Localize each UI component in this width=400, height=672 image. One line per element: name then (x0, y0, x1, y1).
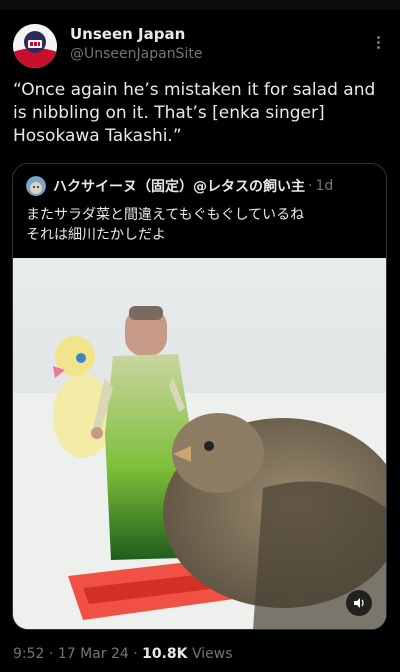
quoted-author-name[interactable]: ハクサイーヌ（固定）@レタスの飼い主 (53, 176, 305, 196)
avatar-image (13, 24, 57, 68)
quoted-text-line1: またサラダ菜と間違えてもぐもぐしているね (26, 207, 305, 223)
quoted-time[interactable]: 1d (315, 178, 333, 194)
quoted-post-header: ハクサイーヌ（固定）@レタスの飼い主 · 1d (26, 174, 333, 198)
quoted-avatar-image (26, 176, 46, 196)
quoted-media[interactable] (13, 258, 386, 629)
post-date[interactable]: 17 Mar 24 (58, 646, 129, 662)
quoted-text-line2: それは細川たかしだよ (26, 227, 166, 243)
views-count[interactable]: 10.8K (142, 646, 187, 662)
top-separator (0, 0, 400, 10)
author-handle[interactable]: @UnseenJapanSite (70, 45, 202, 64)
speaker-glyph (354, 598, 364, 608)
meta-separator-1: · (44, 646, 58, 662)
post-text: “Once again he’s mistaken it for salad a… (13, 80, 376, 146)
more-dots-icon[interactable] (368, 34, 388, 54)
views-label: Views (187, 646, 233, 662)
media-video-frame (13, 258, 386, 629)
quoted-author-avatar (26, 176, 46, 196)
quoted-text: またサラダ菜と間違えてもぐもぐしているね それは細川たかしだよ (26, 205, 376, 245)
quoted-post[interactable]: ハクサイーヌ（固定）@レタスの飼い主 · 1d またサラダ菜と間違えてもぐもぐし… (12, 163, 387, 630)
post-meta: 9:52 · 17 Mar 24 · 10.8K Views (13, 646, 232, 662)
author-avatar[interactable] (13, 24, 57, 68)
post-time[interactable]: 9:52 (13, 646, 44, 662)
quoted-separator: · (308, 178, 313, 194)
author-display-name[interactable]: Unseen Japan (70, 25, 202, 44)
speaker-icon[interactable] (346, 590, 372, 616)
author-block[interactable]: Unseen Japan @UnseenJapanSite (70, 25, 202, 64)
meta-separator-2: · (128, 646, 143, 662)
